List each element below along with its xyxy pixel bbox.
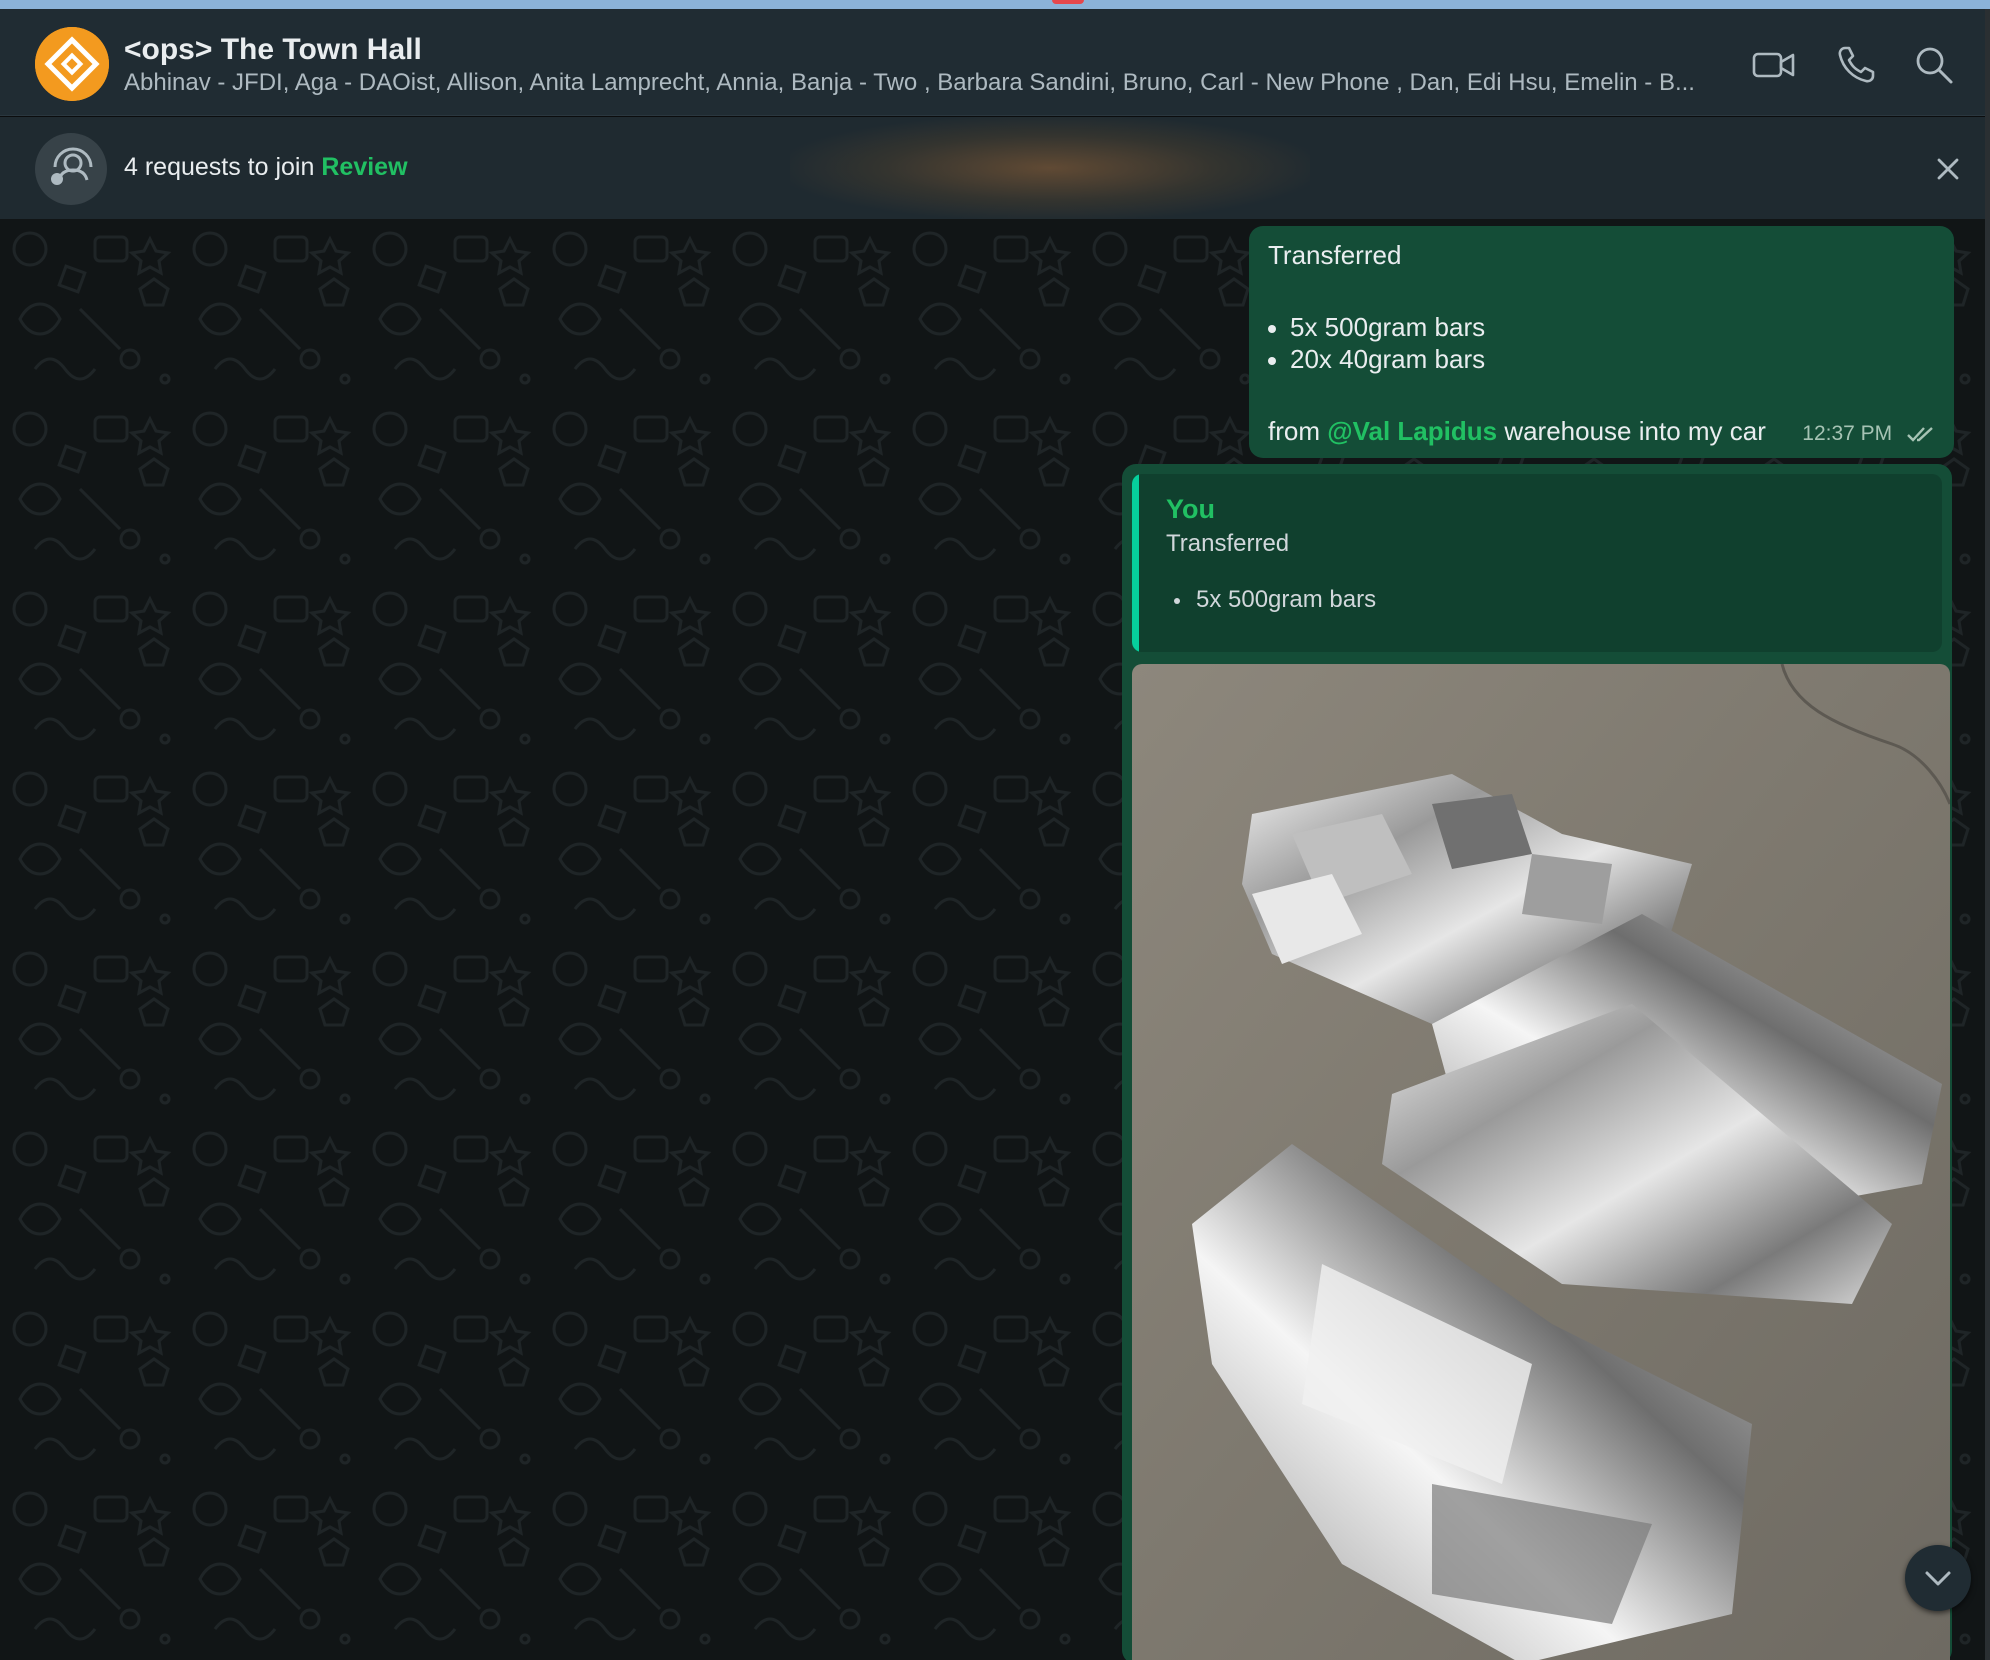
foil-bars-photo [1132,664,1950,1660]
message-list[interactable]: Transferred 5x 500gram bars 20x 40gram b… [0,219,1985,1660]
bullet [1268,357,1276,366]
message-footer: from @Val Lapidus warehouse into my car [1268,416,1766,447]
message-time: 12:37 PM [1802,422,1893,445]
chevron-down-icon [1925,1571,1951,1586]
quote-bar [1132,474,1139,652]
chat-title[interactable]: <ops> The Town Hall [124,33,422,67]
window-right-edge [1985,9,1990,1660]
join-requests-count: 4 requests to join [124,153,315,181]
notification-dot [1052,0,1084,4]
join-requests-text: 4 requests to join Review [124,153,408,182]
mention-link[interactable]: @Val Lapidus [1327,416,1497,446]
list-item: 20x 40gram bars [1268,344,1485,375]
bullet [1268,325,1276,334]
footer-prefix: from [1268,416,1320,446]
attached-photo[interactable] [1132,664,1950,1660]
quote-heading: Transferred [1166,530,1290,557]
join-requests-banner[interactable]: 4 requests to join Review [0,117,1985,219]
list-item-text: 5x 500gram bars [1290,312,1486,342]
quoted-message[interactable]: You Transferred 5x 500gram bars [1132,474,1942,652]
scroll-to-bottom-button[interactable] [1905,1545,1971,1611]
outgoing-photo-message[interactable]: You Transferred 5x 500gram bars [1122,464,1952,1660]
outgoing-message[interactable]: Transferred 5x 500gram bars 20x 40gram b… [1249,226,1954,458]
bullet [1174,597,1180,604]
chat-header[interactable]: <ops> The Town Hall Abhinav - JFDI, Aga … [0,9,1985,116]
community-avatar [35,133,107,205]
list-item-text: 20x 40gram bars [1290,344,1486,374]
message-meta: 12:37 PM [1802,422,1936,446]
participants-list[interactable]: Abhinav - JFDI, Aga - DAOist, Allison, A… [124,69,1724,97]
search-icon[interactable] [1910,41,1958,89]
quote-list-item: 5x 500gram bars [1174,586,1376,614]
community-icon [51,147,93,185]
review-link[interactable]: Review [321,153,407,181]
quote-author: You [1166,494,1215,524]
banner-glow [790,117,1310,219]
close-icon[interactable] [1930,151,1966,187]
double-check-icon [1907,427,1933,443]
group-avatar[interactable] [35,27,109,101]
video-call-icon[interactable] [1750,41,1798,89]
list-item: 5x 500gram bars [1268,312,1485,343]
group-logo-icon [35,27,109,101]
window-top-strip [0,0,1990,9]
message-heading: Transferred [1268,240,1402,270]
voice-call-icon[interactable] [1832,41,1880,89]
footer-suffix: warehouse into my car [1504,416,1766,446]
quote-list-item-text: 5x 500gram bars [1196,586,1377,613]
